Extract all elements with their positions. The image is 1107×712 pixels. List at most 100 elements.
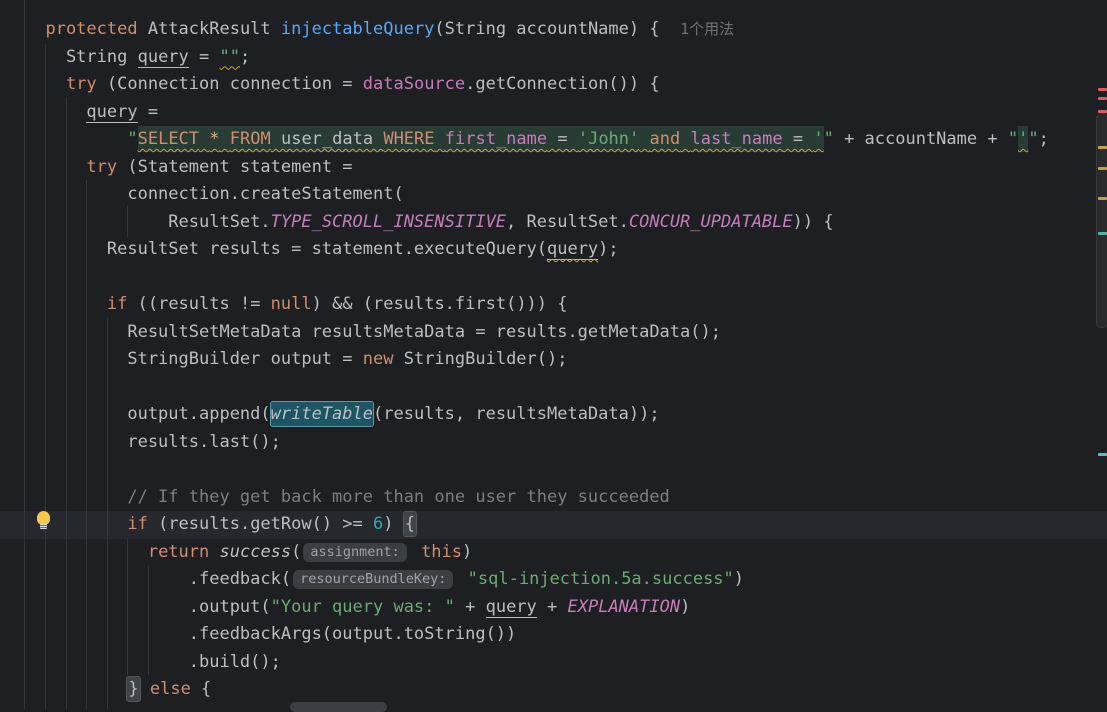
error-stripe-mark[interactable] <box>1098 146 1107 149</box>
code-token: user_data <box>271 126 384 152</box>
code-token: ResultSetMetaData resultsMetaData = resu… <box>25 322 721 342</box>
code-token: .feedbackArgs(output.toString()) <box>25 624 516 644</box>
code-token: else <box>150 679 191 699</box>
code-token: and <box>650 126 681 152</box>
code-line[interactable]: .output("Your query was: " + query + EXP… <box>0 594 1049 622</box>
code-token: } <box>127 677 139 701</box>
code-token: writeTable <box>271 402 373 426</box>
code-token: * <box>209 126 219 152</box>
bulb-glass <box>37 511 50 525</box>
code-token: CONCUR_UPDATABLE <box>629 212 793 232</box>
code-token: first_name <box>445 126 547 152</box>
code-token: (results.getRow() >= <box>148 514 373 534</box>
code-line[interactable]: } else { <box>0 676 1049 704</box>
code-token: FROM <box>230 126 271 152</box>
code-token: "Your query was: " <box>271 597 455 617</box>
code-token: "" <box>220 47 240 67</box>
code-token: output.append( <box>25 404 271 424</box>
code-line[interactable]: ResultSetMetaData resultsMetaData = resu… <box>0 319 1049 347</box>
code-token: WHERE <box>383 126 434 152</box>
code-token: ); <box>598 239 618 259</box>
intention-bulb-icon[interactable] <box>36 511 51 529</box>
code-token: if <box>107 294 127 314</box>
code-line[interactable]: protected AttackResult injectableQuery(S… <box>0 16 1049 44</box>
usages-hint[interactable]: 1个用法 <box>680 20 734 38</box>
error-stripe-mark[interactable] <box>1098 97 1107 100</box>
code-token: TYPE_SCROLL_INSENSITIVE <box>271 212 506 232</box>
code-token: ; <box>1039 129 1049 149</box>
code-token: .build(); <box>25 652 281 672</box>
code-line[interactable]: "SELECT * FROM user_data WHERE first_nam… <box>0 126 1049 154</box>
code-line[interactable]: .build(); <box>0 649 1049 677</box>
code-line[interactable] <box>0 374 1049 402</box>
code-token: EXPLANATION <box>568 597 681 617</box>
code-token: return <box>148 542 209 562</box>
code-line[interactable]: .feedback(resourceBundleKey: "sql-inject… <box>0 566 1049 594</box>
code-line[interactable]: ResultSet.TYPE_SCROLL_INSENSITIVE, Resul… <box>0 209 1049 237</box>
code-line[interactable]: if (results.getRow() >= 6) { <box>0 511 1049 539</box>
bulb-base <box>40 524 47 529</box>
code-token: { <box>191 679 211 699</box>
code-token: query <box>486 597 537 618</box>
code-token: last_name <box>690 126 782 152</box>
code-token: " <box>824 129 834 149</box>
code-token: ) <box>383 514 403 534</box>
code-token: = <box>189 47 220 67</box>
error-stripe-mark[interactable] <box>1098 232 1107 235</box>
code-token: + <box>537 597 568 617</box>
code-token: StringBuilder output = <box>25 349 363 369</box>
code-token: ' <box>1018 126 1028 152</box>
code-line[interactable]: try (Connection connection = dataSource.… <box>0 71 1049 99</box>
code-token: ) <box>734 569 744 589</box>
code-editor[interactable]: protected AttackResult injectableQuery(S… <box>0 0 1107 709</box>
code-line[interactable]: try (Statement statement = <box>0 154 1049 182</box>
code-token <box>25 157 86 177</box>
code-token: if <box>127 514 147 534</box>
code-line[interactable]: results.last(); <box>0 429 1049 457</box>
code-token <box>25 542 148 562</box>
code-token: " <box>1008 129 1018 149</box>
code-token: 'John' <box>578 126 639 152</box>
code-token: this <box>421 542 462 562</box>
code-line[interactable]: StringBuilder output = new StringBuilder… <box>0 346 1049 374</box>
inlay-hint-chip: resourceBundleKey: <box>293 570 453 589</box>
code-line[interactable]: if ((results != null) && (results.first(… <box>0 291 1049 319</box>
code-token: String <box>25 47 138 67</box>
code-token: ; <box>240 47 250 67</box>
inlay-hint-chip: assignment: <box>303 543 406 562</box>
code-token: .getConnection()) { <box>465 74 659 94</box>
code-line[interactable] <box>0 456 1049 484</box>
code-token: ResultSet. <box>25 212 271 232</box>
code-line[interactable]: String query = ""; <box>0 44 1049 72</box>
code-line[interactable]: connection.createStatement( <box>0 181 1049 209</box>
code-line[interactable] <box>0 264 1049 292</box>
code-token: query <box>547 239 598 260</box>
code-token: = <box>547 126 578 152</box>
code-line[interactable]: return success(assignment: this) <box>0 539 1049 567</box>
code-token: ) && (results.first())) { <box>312 294 568 314</box>
error-stripe-mark[interactable] <box>1098 167 1107 170</box>
code-token: = <box>783 126 814 152</box>
code-token <box>639 126 649 152</box>
code-line[interactable]: // If they get back more than one user t… <box>0 484 1049 512</box>
error-stripe-mark[interactable] <box>1098 453 1107 456</box>
code-token <box>25 294 107 314</box>
code-token: StringBuilder(); <box>393 349 567 369</box>
code-token: query <box>138 47 189 68</box>
code-token <box>140 679 150 699</box>
code-line[interactable]: query = <box>0 99 1049 127</box>
code-line[interactable]: .feedbackArgs(output.toString()) <box>0 621 1049 649</box>
code-line[interactable]: output.append(writeTable(results, result… <box>0 401 1049 429</box>
error-stripe-mark[interactable] <box>1098 197 1107 200</box>
code-token: try <box>86 157 117 177</box>
code-area[interactable]: protected AttackResult injectableQuery(S… <box>0 16 1049 704</box>
code-token <box>435 126 445 152</box>
code-token <box>411 542 421 562</box>
code-token: (Statement statement = <box>117 157 352 177</box>
code-token: (results, resultsMetaData)); <box>373 404 660 424</box>
code-token: "sql-injection.5a.success" <box>468 569 734 589</box>
error-stripe-mark[interactable] <box>1098 110 1107 113</box>
error-stripe-mark[interactable] <box>1098 88 1107 91</box>
code-line[interactable]: ResultSet results = statement.executeQue… <box>0 236 1049 264</box>
code-token <box>199 126 209 152</box>
